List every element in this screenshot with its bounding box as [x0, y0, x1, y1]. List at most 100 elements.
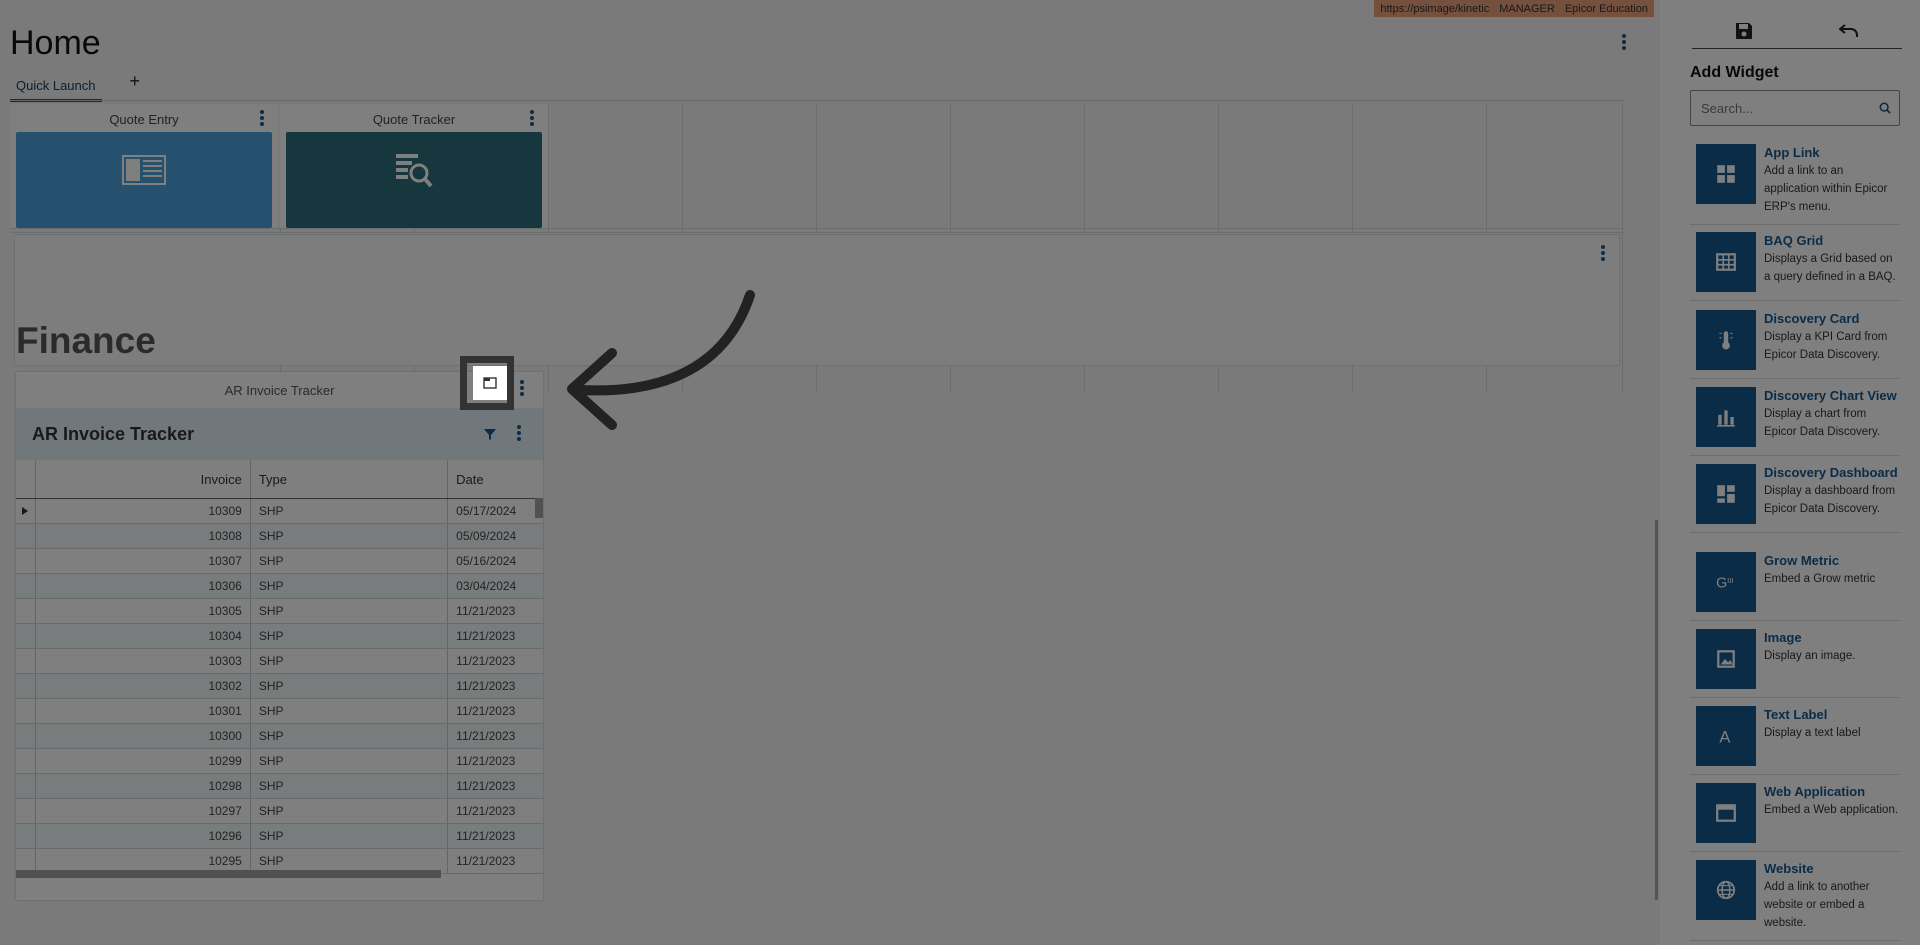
widget-search-field[interactable] [1690, 90, 1900, 126]
row-selector[interactable] [16, 549, 36, 573]
row-selector[interactable] [16, 674, 36, 698]
table-row[interactable]: 10305 SHP 11/21/2023 [16, 599, 543, 624]
widget-discovery-chart-view[interactable]: Discovery Chart View Display a chart from… [1690, 387, 1900, 456]
table-row[interactable]: 10304 SHP 11/21/2023 [16, 624, 543, 649]
cell-date: 11/21/2023 [456, 754, 516, 768]
ar-invoice-tracker-tile: AR Invoice Tracker AR Invoice Tracker In… [16, 372, 543, 900]
filter-icon[interactable] [483, 427, 497, 441]
cell-date: 11/21/2023 [456, 654, 516, 668]
cell-invoice: 10302 [36, 674, 251, 698]
cell-type: SHP [251, 599, 449, 623]
table-row[interactable]: 10306 SHP 03/04/2024 [16, 574, 543, 599]
grid-icon [1696, 144, 1756, 204]
table-row[interactable]: 10299 SHP 11/21/2023 [16, 749, 543, 774]
row-selector[interactable] [16, 699, 36, 723]
table-row[interactable]: 10301 SHP 11/21/2023 [16, 699, 543, 724]
grid-body: 10309 SHP 05/17/2024 10308 SHP 05/09/2024 1030… [16, 499, 543, 874]
table-row[interactable]: 10309 SHP 05/17/2024 [16, 499, 543, 524]
col-date[interactable]: Date [448, 460, 543, 498]
row-selector[interactable] [16, 524, 36, 548]
tile-menu-icon[interactable] [524, 108, 540, 130]
tile-quote-entry[interactable]: Quote Entry [10, 104, 278, 228]
widget-search-input[interactable] [1699, 99, 1879, 117]
cell-invoice: 10304 [36, 624, 251, 648]
widget-website[interactable]: Website Add a link to another website or … [1690, 860, 1900, 941]
cell-date: 05/16/2024 [456, 554, 517, 568]
widget-name: Web Application [1764, 784, 1866, 799]
row-selector[interactable] [16, 749, 36, 773]
widget-discovery-dashboard[interactable]: Discovery Dashboard Display a dashboard f… [1690, 464, 1900, 533]
add-tab-button[interactable]: + [130, 72, 141, 90]
cell-type: SHP [251, 699, 449, 723]
widget-text-label[interactable]: A Text Label Display a text label [1690, 706, 1900, 775]
widget-discovery-card[interactable]: Discovery Card Display a KPI Card from Ep… [1690, 310, 1900, 379]
table-row[interactable]: 10303 SHP 11/21/2023 [16, 649, 543, 674]
tile-quote-tracker[interactable]: Quote Tracker [280, 104, 548, 228]
row-selector[interactable] [16, 599, 36, 623]
cell-date: 11/21/2023 [456, 679, 516, 693]
row-selector[interactable] [16, 774, 36, 798]
panel-menu-icon[interactable] [511, 423, 527, 445]
section-title: Finance [16, 320, 156, 361]
table-row[interactable]: 10302 SHP 11/21/2023 [16, 674, 543, 699]
popout-button-highlight[interactable] [473, 366, 507, 400]
cell-invoice: 10307 [36, 549, 251, 573]
tile-menu-icon[interactable] [514, 378, 530, 400]
widget-name: Discovery Chart View [1764, 388, 1897, 403]
tab-quick-launch[interactable]: Quick Launch [10, 72, 102, 102]
cell-date: 11/21/2023 [456, 804, 516, 818]
cell-type: SHP [251, 499, 449, 523]
row-selector[interactable] [16, 649, 36, 673]
page-menu-icon[interactable] [1616, 32, 1632, 54]
tile-launch-area[interactable] [16, 132, 272, 228]
cell-date: 11/21/2023 [456, 604, 516, 618]
section-menu-icon[interactable] [1595, 243, 1611, 265]
table-row[interactable]: 10298 SHP 11/21/2023 [16, 774, 543, 799]
widget-web-application[interactable]: Web Application Embed a Web application. [1690, 783, 1900, 852]
tutorial-arrow-icon [567, 290, 755, 430]
row-selector[interactable] [16, 724, 36, 748]
table-row[interactable]: 10308 SHP 05/09/2024 [16, 524, 543, 549]
col-type[interactable]: Type [251, 460, 449, 498]
table-row[interactable]: 10300 SHP 11/21/2023 [16, 724, 543, 749]
cell-invoice: 10309 [36, 499, 251, 523]
row-selector[interactable] [16, 824, 36, 848]
widget-image[interactable]: Image Display an image. [1690, 629, 1900, 698]
widget-baq-grid[interactable]: BAQ Grid Displays a Grid based on a query… [1690, 232, 1900, 301]
widget-description: Embed a Grow metric [1764, 573, 1876, 585]
cell-type: SHP [251, 649, 449, 673]
open-in-new-window-icon [483, 377, 497, 389]
cell-invoice: 10306 [36, 574, 251, 598]
widget-description: Display a dashboard from Epicor Data Dis… [1764, 485, 1896, 515]
row-selector[interactable] [16, 799, 36, 823]
cell-invoice: 10298 [36, 774, 251, 798]
cell-type: SHP [251, 774, 449, 798]
cell-date: 11/21/2023 [456, 729, 516, 743]
cell-date: 11/21/2023 [456, 779, 516, 793]
table-row[interactable]: 10296 SHP 11/21/2023 [16, 824, 543, 849]
tile-menu-icon[interactable] [254, 108, 270, 130]
widget-description: Display a KPI Card from Epicor Data Disc… [1764, 331, 1888, 361]
widget-name: App Link [1764, 145, 1820, 160]
table-row[interactable]: 10297 SHP 11/21/2023 [16, 799, 543, 824]
tile-launch-area[interactable] [286, 132, 542, 228]
horizontal-scrollbar[interactable] [16, 870, 441, 878]
cell-type: SHP [251, 624, 449, 648]
widget-app-link[interactable]: App Link Add a link to an application wit… [1690, 144, 1900, 225]
widget-grow-metric[interactable]: G III Grow Metric Embed a Grow metric [1690, 552, 1900, 621]
row-selector[interactable] [16, 574, 36, 598]
invoice-grid[interactable]: Invoice Type Date 10309 SHP 05/17/2024 1030… [16, 460, 543, 878]
undo-icon[interactable] [1839, 23, 1859, 39]
cell-date: 11/21/2023 [456, 854, 516, 868]
page-scrollbar[interactable] [1655, 520, 1658, 900]
dashboard-icon [1696, 464, 1756, 524]
search-icon[interactable] [1879, 101, 1891, 115]
svg-text:A: A [1719, 729, 1730, 747]
table-row[interactable]: 10307 SHP 05/16/2024 [16, 549, 543, 574]
cell-invoice: 10300 [36, 724, 251, 748]
save-icon[interactable] [1735, 22, 1753, 40]
col-invoice[interactable]: Invoice [36, 460, 251, 498]
row-selector-icon[interactable] [16, 499, 36, 523]
row-selector[interactable] [16, 624, 36, 648]
vertical-scrollbar[interactable] [535, 498, 543, 518]
